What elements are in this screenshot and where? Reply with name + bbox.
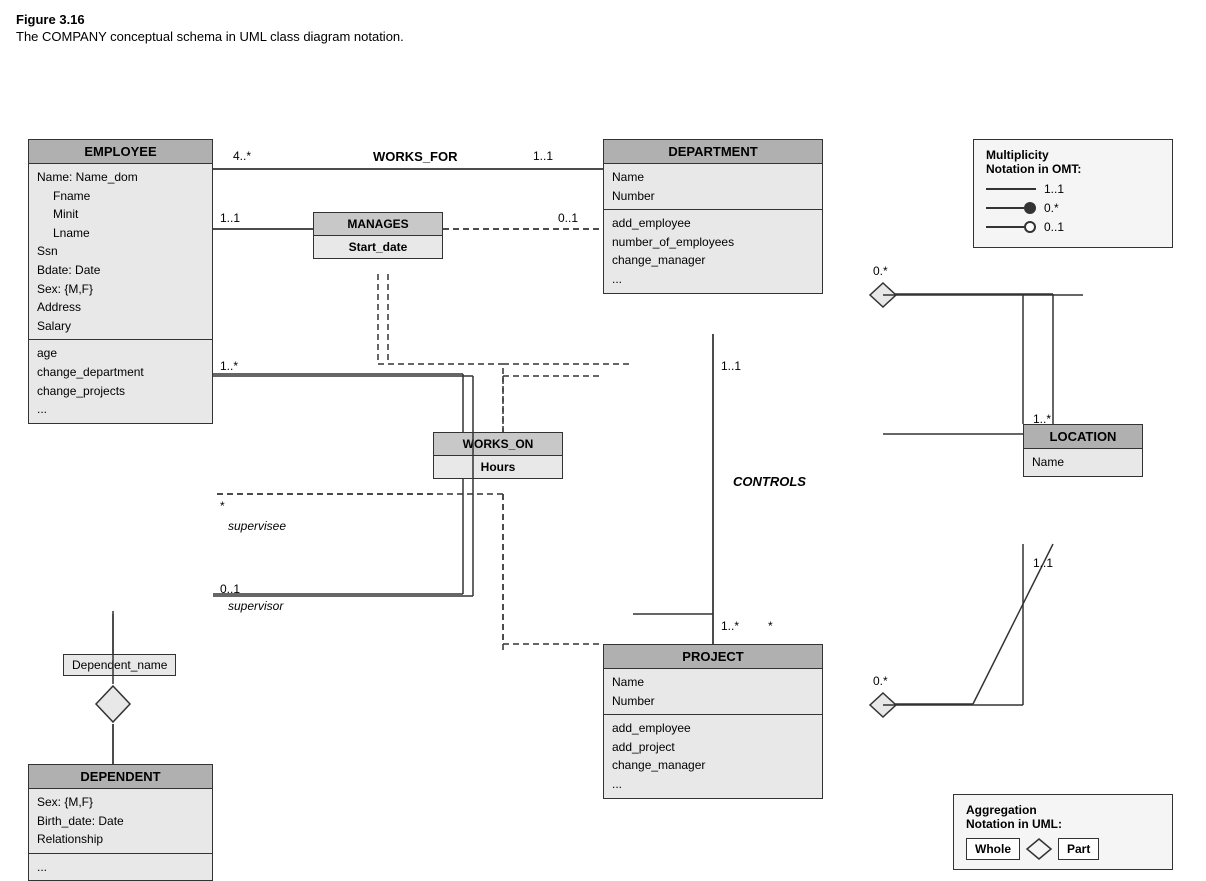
dependent-methods: ... xyxy=(29,854,212,881)
location-bottom-mult: 1..1 xyxy=(1033,556,1053,570)
works-for-right-mult: 1..1 xyxy=(533,149,553,163)
works-on-box: WORKS_ON Hours xyxy=(433,432,563,479)
aggregation-row: Whole Part xyxy=(966,837,1160,861)
dot-icon xyxy=(986,202,1036,214)
open-icon xyxy=(986,221,1036,233)
supervises-star: * xyxy=(220,499,225,513)
employee-attributes: Name: Name_dom Fname Minit Lname Ssn Bda… xyxy=(29,164,212,340)
manages-header: MANAGES xyxy=(314,213,442,236)
department-class: DEPARTMENT Name Number add_employee numb… xyxy=(603,139,823,294)
works-on-body: Hours xyxy=(434,456,562,478)
location-top-mult: 1..* xyxy=(1033,412,1051,426)
controls-proj-mult: 1..* xyxy=(721,619,739,633)
department-methods: add_employee number_of_employees change_… xyxy=(604,210,822,292)
aggregation-diamond-icon xyxy=(1024,837,1054,861)
dependent-class: DEPENDENT Sex: {M,F} Birth_date: Date Re… xyxy=(28,764,213,881)
supervisee-label: supervisee xyxy=(228,519,286,533)
employee-methods: age change_department change_projects ..… xyxy=(29,340,212,422)
manages-left-mult: 1..1 xyxy=(220,211,240,225)
department-header: DEPARTMENT xyxy=(604,140,822,164)
figure-title: Figure 3.16 xyxy=(16,12,1190,27)
line-icon xyxy=(986,188,1036,190)
figure-caption: The COMPANY conceptual schema in UML cla… xyxy=(16,29,1190,44)
mult-label-1: 1..1 xyxy=(1044,182,1064,196)
project-header: PROJECT xyxy=(604,645,822,669)
works-on-header: WORKS_ON xyxy=(434,433,562,456)
controls-label: CONTROLS xyxy=(733,474,806,489)
manages-body: Start_date xyxy=(314,236,442,258)
dependent-name-box: Dependent_name xyxy=(63,654,176,676)
whole-label: Whole xyxy=(966,838,1020,860)
location-attributes: Name xyxy=(1024,449,1142,476)
proj-location-mult: 0.* xyxy=(873,674,888,688)
dependent-attributes: Sex: {M,F} Birth_date: Date Relationship xyxy=(29,789,212,854)
diagram-container: EMPLOYEE Name: Name_dom Fname Minit Lnam… xyxy=(13,54,1193,854)
project-methods: add_employee add_project change_manager … xyxy=(604,715,822,797)
proj-location-diamond xyxy=(868,692,898,718)
project-class: PROJECT Name Number add_employee add_pro… xyxy=(603,644,823,799)
multiplicity-notation-box: Multiplicity Notation in OMT: 1..1 0.* 0… xyxy=(973,139,1173,248)
notation-row-3: 0..1 xyxy=(986,220,1160,234)
department-attributes: Name Number xyxy=(604,164,822,210)
works-for-left-mult: 4..* xyxy=(233,149,251,163)
works-on-proj-star: * xyxy=(768,619,773,633)
works-for-label: WORKS_FOR xyxy=(373,149,458,164)
mult-label-2: 0.* xyxy=(1044,201,1059,215)
employee-class: EMPLOYEE Name: Name_dom Fname Minit Lnam… xyxy=(28,139,213,424)
notation-row-2: 0.* xyxy=(986,201,1160,215)
notation-title: Multiplicity Notation in OMT: xyxy=(986,148,1160,176)
dept-location-mult: 0.* xyxy=(873,264,888,278)
supervisor-mult: 0..1 xyxy=(220,582,240,596)
dept-location-diamond xyxy=(868,282,898,308)
aggregation-title: Aggregation Notation in UML: xyxy=(966,803,1160,831)
manages-right-mult: 0..1 xyxy=(558,211,578,225)
controls-dept-mult: 1..1 xyxy=(721,359,741,373)
manages-box: MANAGES Start_date xyxy=(313,212,443,259)
aggregation-notation-box: Aggregation Notation in UML: Whole Part xyxy=(953,794,1173,870)
location-class: LOCATION Name xyxy=(1023,424,1143,477)
location-header: LOCATION xyxy=(1024,425,1142,449)
supervises-top-mult: 1..* xyxy=(220,359,238,373)
dependent-diamond xyxy=(93,684,133,724)
employee-header: EMPLOYEE xyxy=(29,140,212,164)
project-attributes: Name Number xyxy=(604,669,822,715)
supervisor-label: supervisor xyxy=(228,599,283,613)
part-label: Part xyxy=(1058,838,1099,860)
dependent-header: DEPENDENT xyxy=(29,765,212,789)
mult-label-3: 0..1 xyxy=(1044,220,1064,234)
notation-row-1: 1..1 xyxy=(986,182,1160,196)
